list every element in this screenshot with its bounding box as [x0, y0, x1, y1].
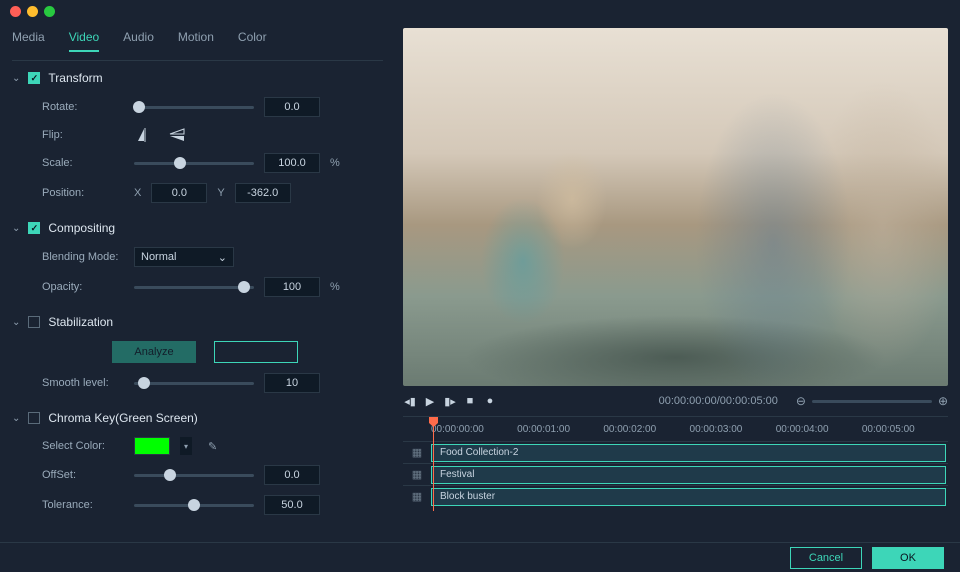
stabilization-secondary-button[interactable]	[214, 341, 298, 363]
playhead[interactable]	[433, 417, 434, 511]
position-y-label: Y	[217, 187, 224, 199]
compositing-title: Compositing	[48, 221, 115, 235]
blend-mode-select[interactable]: Normal ⌄	[134, 247, 234, 267]
tolerance-label: Tolerance:	[42, 499, 124, 511]
zoom-slider[interactable]	[812, 400, 932, 403]
tolerance-slider[interactable]	[134, 504, 254, 507]
timeline: 00:00:00:00 00:00:01:00 00:00:02:00 00:0…	[403, 416, 948, 507]
ok-button[interactable]: OK	[872, 547, 944, 569]
play-icon[interactable]: ▶	[423, 394, 437, 408]
tolerance-value[interactable]: 50.0	[264, 495, 320, 515]
scale-unit: %	[330, 157, 340, 169]
offset-value[interactable]: 0.0	[264, 465, 320, 485]
tab-motion[interactable]: Motion	[178, 30, 214, 52]
video-track-icon[interactable]: ▦	[403, 468, 431, 481]
clip[interactable]: Block buster	[431, 488, 946, 506]
track-row: ▦ Block buster	[403, 485, 948, 507]
track-row: ▦ Festival	[403, 463, 948, 485]
section-compositing: ⌄ Compositing Blending Mode: Normal ⌄ Op…	[12, 221, 383, 297]
color-swatch[interactable]	[134, 437, 170, 455]
stabilization-title: Stabilization	[48, 315, 113, 329]
flip-horizontal-icon[interactable]	[134, 127, 156, 143]
smooth-slider[interactable]	[134, 382, 254, 385]
ruler-mark: 00:00:05:00	[862, 424, 948, 435]
zoom-out-icon[interactable]: ⊖	[796, 394, 806, 408]
offset-label: OffSet:	[42, 469, 124, 481]
prev-frame-icon[interactable]: ◂▮	[403, 394, 417, 408]
chevron-down-icon[interactable]: ⌄	[12, 413, 20, 424]
ruler-mark: 00:00:01:00	[517, 424, 603, 435]
record-icon[interactable]: ●	[483, 394, 497, 408]
select-color-label: Select Color:	[42, 440, 124, 452]
flip-vertical-icon[interactable]	[166, 127, 188, 143]
blend-mode-value: Normal	[141, 251, 176, 263]
clip[interactable]: Festival	[431, 466, 946, 484]
transform-checkbox[interactable]	[28, 72, 40, 84]
rotate-value[interactable]: 0.0	[264, 97, 320, 117]
cancel-button[interactable]: Cancel	[790, 547, 862, 569]
ruler-mark: 00:00:03:00	[690, 424, 776, 435]
ruler-mark: 00:00:02:00	[603, 424, 689, 435]
track-row: ▦ Food Collection-2	[403, 441, 948, 463]
scale-label: Scale:	[42, 157, 124, 169]
compositing-checkbox[interactable]	[28, 222, 40, 234]
position-label: Position:	[42, 187, 124, 199]
opacity-slider[interactable]	[134, 286, 254, 289]
chevron-down-icon[interactable]: ⌄	[12, 317, 20, 328]
video-track-icon[interactable]: ▦	[403, 490, 431, 503]
opacity-unit: %	[330, 281, 340, 293]
eyedropper-icon[interactable]: ✎	[208, 440, 217, 453]
ruler-mark: 00:00:04:00	[776, 424, 862, 435]
analyze-button[interactable]: Analyze	[112, 341, 196, 363]
chevron-down-icon[interactable]: ⌄	[12, 73, 20, 84]
timeline-ruler[interactable]: 00:00:00:00 00:00:01:00 00:00:02:00 00:0…	[403, 417, 948, 441]
window-titlebar	[0, 0, 960, 22]
smooth-value[interactable]: 10	[264, 373, 320, 393]
scale-value[interactable]: 100.0	[264, 153, 320, 173]
blend-label: Blending Mode:	[42, 251, 124, 263]
tab-video[interactable]: Video	[69, 30, 99, 52]
section-stabilization: ⌄ Stabilization Analyze Smooth level: 10	[12, 315, 383, 393]
inspector-panel: Media Video Audio Motion Color ⌄ Transfo…	[0, 22, 395, 542]
next-frame-icon[interactable]: ▮▸	[443, 394, 457, 408]
ruler-mark: 00:00:00:00	[431, 424, 517, 435]
playback-controls: ◂▮ ▶ ▮▸ ■ ● 00:00:00:00/00:00:05:00 ⊖ ⊕	[403, 386, 948, 416]
tab-color[interactable]: Color	[238, 30, 267, 52]
opacity-label: Opacity:	[42, 281, 124, 293]
close-window-icon[interactable]	[10, 6, 21, 17]
chevron-down-icon: ⌄	[218, 251, 227, 264]
video-track-icon[interactable]: ▦	[403, 446, 431, 459]
section-chroma-key: ⌄ Chroma Key(Green Screen) Select Color:…	[12, 411, 383, 515]
offset-slider[interactable]	[134, 474, 254, 477]
tab-audio[interactable]: Audio	[123, 30, 154, 52]
clip[interactable]: Food Collection-2	[431, 444, 946, 462]
stop-icon[interactable]: ■	[463, 394, 477, 408]
zoom-in-icon[interactable]: ⊕	[938, 394, 948, 408]
flip-label: Flip:	[42, 129, 124, 141]
opacity-value[interactable]: 100	[264, 277, 320, 297]
dialog-footer: Cancel OK	[0, 542, 960, 572]
minimize-window-icon[interactable]	[27, 6, 38, 17]
smooth-label: Smooth level:	[42, 377, 124, 389]
position-x-label: X	[134, 187, 141, 199]
stabilization-checkbox[interactable]	[28, 316, 40, 328]
chevron-down-icon[interactable]: ⌄	[12, 223, 20, 234]
preview-panel: ◂▮ ▶ ▮▸ ■ ● 00:00:00:00/00:00:05:00 ⊖ ⊕ …	[395, 22, 960, 542]
chroma-checkbox[interactable]	[28, 412, 40, 424]
inspector-tabs: Media Video Audio Motion Color	[12, 22, 383, 61]
timecode-display: 00:00:00:00/00:00:05:00	[659, 395, 778, 407]
rotate-label: Rotate:	[42, 101, 124, 113]
tab-media[interactable]: Media	[12, 30, 45, 52]
position-x-value[interactable]: 0.0	[151, 183, 207, 203]
position-y-value[interactable]: -362.0	[235, 183, 291, 203]
section-transform: ⌄ Transform Rotate: 0.0 Flip: Scale: 100…	[12, 71, 383, 203]
maximize-window-icon[interactable]	[44, 6, 55, 17]
video-preview[interactable]	[403, 28, 948, 386]
chroma-title: Chroma Key(Green Screen)	[48, 411, 197, 425]
rotate-slider[interactable]	[134, 106, 254, 109]
transform-title: Transform	[48, 71, 102, 85]
color-dropdown-icon[interactable]: ▾	[180, 437, 192, 455]
scale-slider[interactable]	[134, 162, 254, 165]
